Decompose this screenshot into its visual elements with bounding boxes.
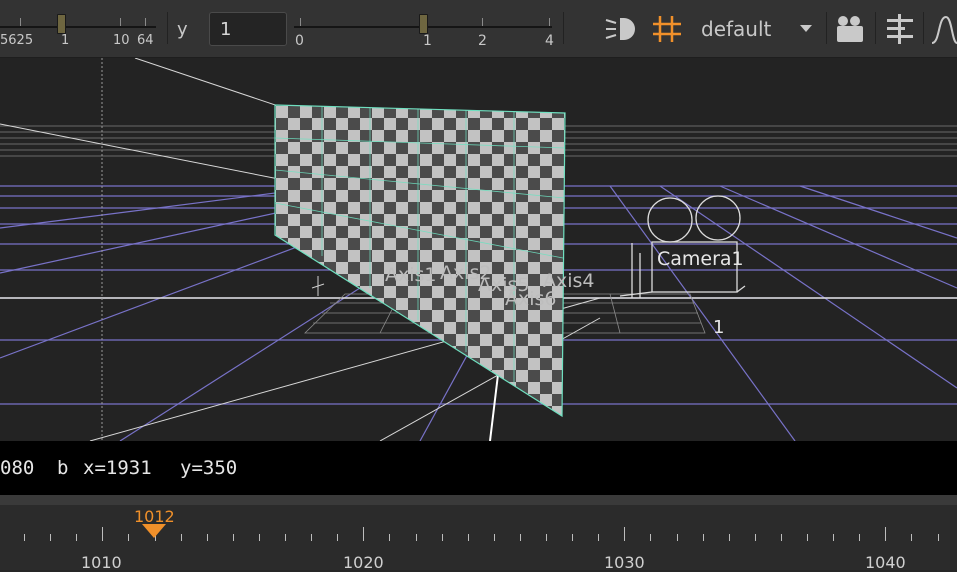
gain-tick-label: 64 bbox=[137, 33, 154, 48]
timeline-tick bbox=[572, 534, 573, 541]
timeline-tick bbox=[598, 534, 599, 541]
timeline-tick bbox=[755, 534, 756, 541]
toolbar-separator bbox=[923, 12, 924, 44]
timeline-tick bbox=[207, 534, 208, 541]
timeline-tick bbox=[546, 534, 547, 541]
timeline-tick bbox=[24, 534, 25, 541]
timeline-tick bbox=[729, 534, 730, 541]
timeline-tick bbox=[181, 534, 182, 541]
timeline-tick bbox=[50, 534, 51, 541]
gain-slider-handle[interactable] bbox=[57, 14, 66, 34]
grid-icon[interactable] bbox=[651, 14, 683, 44]
timeline-tick bbox=[389, 534, 390, 541]
timeline-tick bbox=[76, 534, 77, 541]
curve-icon[interactable] bbox=[930, 13, 957, 45]
gamma-slider-handle[interactable] bbox=[419, 14, 428, 34]
viewer-status-bar: 080 b x=1931 y=350 bbox=[0, 441, 957, 495]
playhead-marker[interactable] bbox=[142, 524, 166, 538]
frame-label: 1040 bbox=[865, 553, 906, 572]
overlay-count-label: 1 bbox=[713, 317, 725, 338]
timeline-tick bbox=[311, 534, 312, 541]
timeline-tick bbox=[624, 527, 625, 541]
panel-divider bbox=[0, 495, 957, 505]
axis1-label: Axis1 bbox=[385, 264, 437, 286]
gamma-tick-label: 2 bbox=[478, 33, 487, 49]
camera-label: Camera1 bbox=[657, 248, 744, 270]
timeline-tick bbox=[911, 534, 912, 541]
toolbar-separator bbox=[875, 12, 876, 44]
gamma-tick-label: 0 bbox=[295, 33, 304, 49]
timeline-tick bbox=[337, 534, 338, 541]
timeline-tick bbox=[259, 534, 260, 541]
format-readout: 080 bbox=[0, 457, 35, 479]
timeline-tick bbox=[416, 534, 417, 541]
gamma-slider[interactable]: 0 1 2 4 bbox=[292, 8, 557, 50]
axis6-label: Axis6 bbox=[505, 288, 557, 310]
timeline-tick bbox=[859, 534, 860, 541]
gamma-label: y bbox=[177, 19, 188, 40]
camera-wireframe bbox=[619, 195, 746, 298]
light-icon[interactable] bbox=[604, 14, 640, 44]
gamma-tick-label: 4 bbox=[545, 33, 554, 49]
timeline-tick bbox=[494, 534, 495, 541]
timeline-tick bbox=[885, 527, 886, 541]
3d-viewport[interactable]: Axis1 Axis2 Axis5 Axis4 Axis6 Camera1 1 bbox=[0, 58, 957, 441]
timeline-tick bbox=[677, 534, 678, 541]
timeline-tick bbox=[520, 534, 521, 541]
channel-readout: b bbox=[57, 457, 69, 479]
x-coordinate-readout: x=1931 bbox=[83, 457, 152, 479]
toolbar-separator bbox=[167, 12, 168, 44]
timeline-tick bbox=[833, 534, 834, 541]
timeline-tick bbox=[442, 534, 443, 541]
timeline-tick bbox=[781, 534, 782, 541]
gain-tick-label: 1 bbox=[61, 33, 70, 48]
toolbar-separator bbox=[563, 12, 564, 44]
dropdown-arrow-icon[interactable] bbox=[800, 25, 812, 33]
timeline-tick bbox=[703, 534, 704, 541]
align-icon[interactable] bbox=[884, 13, 916, 45]
gain-tick-label: 10 bbox=[113, 33, 130, 48]
timeline-tick bbox=[102, 527, 103, 541]
timeline-tick bbox=[468, 534, 469, 541]
viewer-toolbar: 5625 1 10 64 y 1 0 1 2 4 default bbox=[0, 0, 957, 58]
gamma-input[interactable]: 1 bbox=[209, 12, 287, 46]
timeline-tick bbox=[650, 534, 651, 541]
frame-timeline[interactable]: 1012 1010 1020 1030 1040 bbox=[0, 505, 957, 572]
toolbar-separator bbox=[826, 12, 827, 44]
timeline-tick bbox=[128, 534, 129, 541]
timeline-tick bbox=[938, 534, 939, 541]
y-coordinate-readout: y=350 bbox=[180, 457, 238, 479]
timeline-tick bbox=[363, 527, 364, 541]
view-mode-dropdown[interactable]: default bbox=[701, 17, 771, 41]
gamma-tick-label: 1 bbox=[423, 33, 432, 49]
timeline-tick bbox=[285, 534, 286, 541]
gain-slider[interactable]: 5625 1 10 64 bbox=[0, 8, 160, 50]
gain-tick-label: 5625 bbox=[0, 33, 34, 48]
checker-card bbox=[274, 104, 566, 418]
frame-label: 1020 bbox=[343, 553, 384, 572]
timeline-tick bbox=[233, 534, 234, 541]
camera-icon[interactable] bbox=[834, 13, 866, 45]
frame-label: 1030 bbox=[604, 553, 645, 572]
frame-label: 1010 bbox=[81, 553, 122, 572]
timeline-tick bbox=[807, 534, 808, 541]
